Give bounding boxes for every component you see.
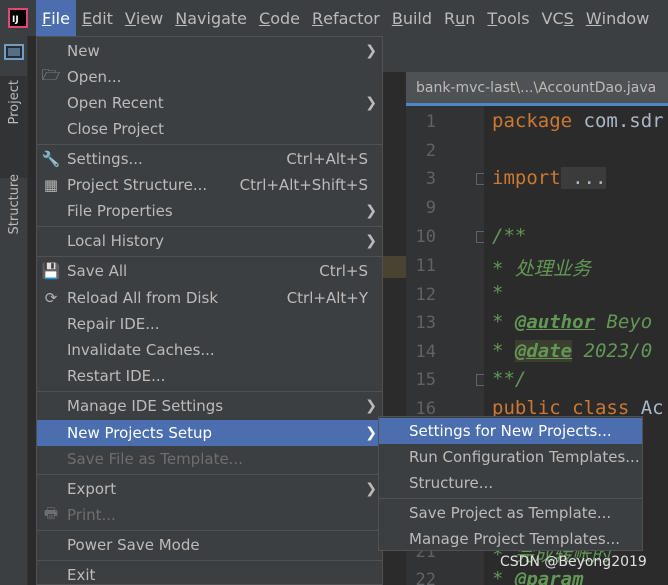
menu-separator	[37, 144, 382, 145]
shortcut: Ctrl+Alt+S	[286, 150, 368, 168]
menu-restart-ide[interactable]: Restart IDE...	[37, 363, 382, 389]
current-line-highlight	[383, 256, 406, 278]
shortcut: Ctrl+Alt+Shift+S	[239, 176, 368, 194]
tool-window-strip: Project Structure	[0, 36, 28, 585]
menu-project-structure[interactable]: ▦ Project Structure... Ctrl+Alt+Shift+S	[37, 172, 382, 198]
menu-power-save-mode[interactable]: Power Save Mode	[37, 532, 382, 558]
menu-file[interactable]: File	[36, 0, 76, 36]
window-icon[interactable]	[4, 44, 24, 60]
editor-tab-title: bank-mvc-last\...\AccountDao.java	[416, 79, 657, 96]
code-line: *	[492, 282, 504, 304]
menu-code[interactable]: Code	[253, 0, 306, 36]
line-number: 13	[415, 313, 436, 333]
code-line: **/	[492, 368, 527, 390]
menu-reload-all[interactable]: ⟳ Reload All from Disk Ctrl+Alt+Y	[37, 285, 382, 311]
wrench-icon: 🔧	[41, 150, 61, 168]
menu-close-project[interactable]: Close Project	[37, 116, 382, 142]
menu-save-all[interactable]: 💾 Save All Ctrl+S	[37, 258, 382, 284]
structure-tool-button[interactable]: Structure	[0, 168, 28, 258]
menu-manage-ide-settings[interactable]: Manage IDE Settings ❯	[37, 393, 382, 419]
line-number: 12	[415, 285, 436, 305]
project-label: Project	[7, 80, 22, 125]
chevron-right-icon: ❯	[365, 43, 377, 59]
menu-edit[interactable]: Edit	[76, 0, 119, 36]
menu-separator	[379, 498, 642, 499]
menu-exit[interactable]: Exit	[37, 562, 382, 585]
menu-open-recent[interactable]: Open Recent ❯	[37, 90, 382, 116]
menu-separator	[37, 226, 382, 227]
print-icon: 🖶	[43, 503, 59, 522]
file-menu-dropdown: New ❯ 🗁 Open... Open Recent ❯ Close Project…	[36, 36, 383, 585]
submenu-run-configuration-templates[interactable]: Run Configuration Templates...	[379, 444, 642, 470]
line-number: 14	[415, 342, 436, 362]
menu-open[interactable]: 🗁 Open...	[37, 64, 382, 90]
submenu-save-project-template[interactable]: Save Project as Template...	[379, 500, 642, 526]
menu-separator	[37, 474, 382, 475]
submenu-settings-new-projects[interactable]: Settings for New Projects...	[379, 418, 642, 444]
menu-new[interactable]: New ❯	[37, 38, 382, 64]
editor-tab-bar: bank-mvc-last\...\AccountDao.java	[406, 72, 668, 106]
editor-tab-accountdao[interactable]: bank-mvc-last\...\AccountDao.java	[406, 72, 668, 106]
logo-text: IJ	[12, 15, 19, 25]
menu-run[interactable]: Run	[438, 0, 481, 36]
code-line: * 处理业务	[492, 258, 591, 280]
menu-separator	[37, 530, 382, 531]
menu-settings[interactable]: 🔧 Settings... Ctrl+Alt+S	[37, 146, 382, 172]
code-line: package com.sdr	[492, 110, 664, 132]
shortcut: Ctrl+S	[319, 262, 368, 280]
structure-label: Structure	[7, 174, 22, 235]
menu-tools[interactable]: Tools	[481, 0, 535, 36]
chevron-right-icon: ❯	[365, 481, 377, 497]
menu-vcs[interactable]: VC S	[536, 0, 580, 36]
menu-refactor[interactable]: Refactor	[306, 0, 386, 36]
line-number: 1	[425, 112, 436, 132]
folder-open-icon: 🗁	[41, 65, 61, 84]
menu-invalidate-caches[interactable]: Invalidate Caches...	[37, 337, 382, 363]
menu-new-projects-setup[interactable]: New Projects Setup ❯	[37, 420, 382, 446]
menu-local-history[interactable]: Local History ❯	[37, 228, 382, 254]
chevron-right-icon: ❯	[365, 203, 377, 219]
chevron-right-icon: ❯	[365, 95, 377, 111]
line-number: 10	[415, 227, 436, 247]
reload-icon: ⟳	[44, 289, 58, 307]
menu-separator	[37, 256, 382, 257]
chevron-right-icon: ❯	[365, 425, 377, 441]
project-tool-button[interactable]: Project	[0, 76, 28, 178]
watermark: CSDN @Beyong2019	[500, 554, 647, 570]
submenu-manage-project-templates[interactable]: Manage Project Templates...	[379, 526, 642, 552]
menu-print: 🖶 Print...	[37, 502, 382, 528]
menu-bar: IJ File Edit View Navigate Code Refactor…	[0, 0, 668, 36]
menu-build[interactable]: Build	[386, 0, 438, 36]
shortcut: Ctrl+Alt+Y	[286, 289, 368, 307]
code-line: /**	[492, 225, 527, 247]
save-icon: 💾	[41, 262, 61, 280]
code-line: * @date 2023/0	[492, 340, 653, 362]
code-line: import ...	[492, 167, 607, 189]
line-number: 22	[415, 570, 436, 585]
project-structure-icon: ▦	[43, 176, 59, 194]
line-number: 15	[415, 370, 436, 390]
menu-window[interactable]: Window	[580, 0, 655, 36]
new-projects-setup-submenu: Settings for New Projects... Run Configu…	[378, 416, 643, 551]
menu-save-file-as-template: Save File as Template...	[67, 450, 243, 468]
code-line: * @param	[492, 568, 584, 585]
line-number: 9	[425, 198, 436, 218]
toolbar-area	[383, 36, 668, 72]
chevron-right-icon: ❯	[365, 398, 377, 414]
chevron-right-icon: ❯	[365, 233, 377, 249]
submenu-structure[interactable]: Structure...	[379, 470, 642, 496]
menu-export[interactable]: Export ❯	[37, 476, 382, 502]
menu-separator	[37, 560, 382, 561]
line-number: 11	[415, 256, 436, 276]
line-number: 2	[425, 141, 436, 161]
menu-repair-ide[interactable]: Repair IDE...	[37, 311, 382, 337]
menu-file-properties[interactable]: File Properties ❯	[37, 198, 382, 224]
code-line: * @author Beyo	[492, 311, 653, 333]
intellij-logo-icon[interactable]: IJ	[0, 0, 36, 36]
menu-view[interactable]: View	[119, 0, 169, 36]
line-number: 3	[425, 169, 436, 189]
menu-navigate[interactable]: Navigate	[169, 0, 253, 36]
menu-separator	[37, 391, 382, 392]
